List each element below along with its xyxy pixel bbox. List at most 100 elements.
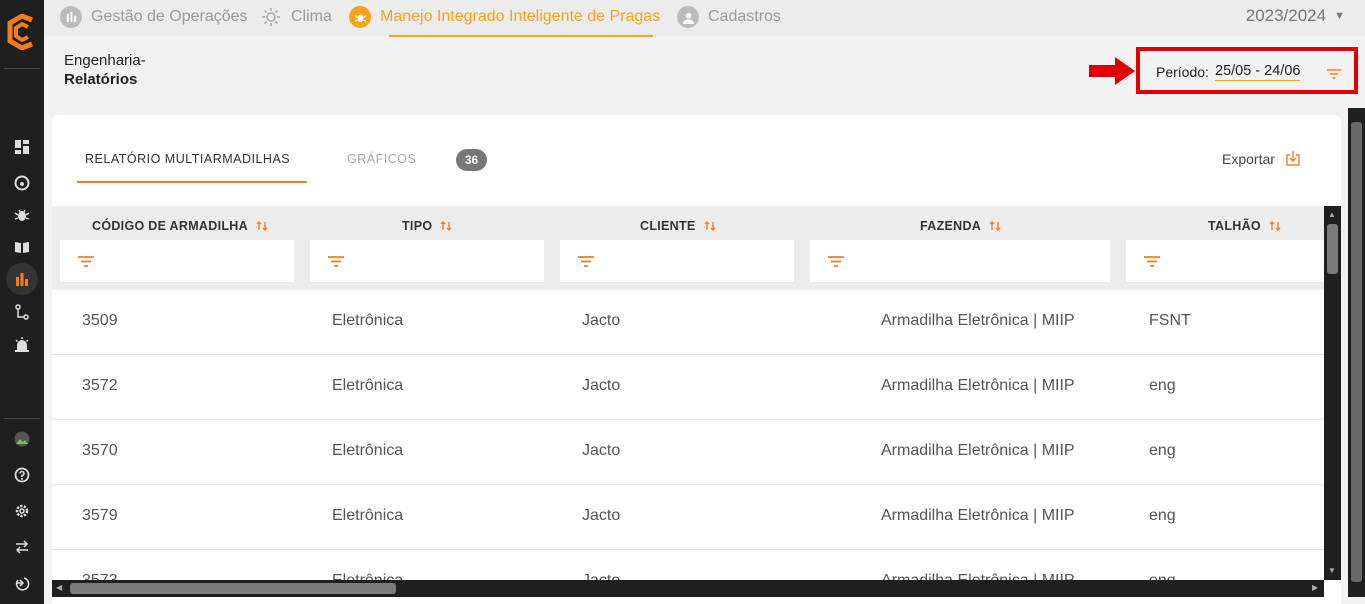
fazenda-tag: MIIP bbox=[1041, 377, 1075, 394]
table-row[interactable]: 3509 Eletrônica Jacto Armadilha Eletrôni… bbox=[52, 290, 1324, 355]
column-header-codigo[interactable]: CÓDIGO DE ARMADILHA bbox=[92, 219, 268, 233]
period-filter[interactable]: Período: 25/05 - 24/06 bbox=[1136, 47, 1358, 94]
table-header: CÓDIGO DE ARMADILHA TIPO CLIENTE FAZENDA… bbox=[52, 206, 1324, 290]
column-header-label: CÓDIGO DE ARMADILHA bbox=[92, 219, 248, 233]
swap-icon[interactable] bbox=[11, 536, 33, 558]
download-icon bbox=[1286, 151, 1300, 166]
page-scrollbar[interactable] bbox=[1348, 108, 1365, 597]
table-horizontal-scrollbar-thumb[interactable] bbox=[70, 583, 396, 594]
nav-item-operations[interactable]: Gestão de Operações bbox=[60, 4, 248, 30]
gear-icon[interactable] bbox=[11, 500, 33, 522]
sun-icon bbox=[260, 6, 282, 28]
table-vertical-scrollbar[interactable]: ▲ ▼ bbox=[1324, 206, 1341, 580]
column-header-talhao[interactable]: TALHÃO bbox=[1208, 219, 1281, 233]
filter-fazenda[interactable] bbox=[810, 240, 1110, 282]
top-nav: Gestão de Operações Clima Manejo Integra… bbox=[44, 0, 1365, 37]
company-logo-icon[interactable] bbox=[6, 14, 38, 50]
filter-icon[interactable] bbox=[1143, 255, 1161, 268]
cell-talhao: eng bbox=[1149, 572, 1176, 580]
column-header-fazenda[interactable]: FAZENDA bbox=[920, 219, 1001, 233]
cell-talhao: eng bbox=[1149, 377, 1176, 394]
cell-cliente: Jacto bbox=[582, 312, 621, 329]
fazenda-tag: MIIP bbox=[1042, 572, 1075, 580]
nav-item-climate[interactable]: Clima bbox=[260, 4, 332, 30]
column-header-label: TIPO bbox=[402, 219, 433, 233]
reports-icon[interactable] bbox=[6, 263, 38, 295]
table-row[interactable]: 3572 Eletrônica Jacto Armadilha Eletrôni… bbox=[52, 355, 1324, 420]
export-label: Exportar bbox=[1222, 150, 1275, 167]
user-icon bbox=[677, 6, 699, 28]
cell-tipo: Eletrônica bbox=[332, 312, 404, 329]
cell-codigo: 3579 bbox=[82, 507, 118, 524]
column-header-cliente[interactable]: CLIENTE bbox=[640, 219, 716, 233]
table-row[interactable]: 3573 Eletrônica Jacto Armadilha Eletrôni… bbox=[52, 550, 1324, 580]
table-row[interactable]: 3570 Eletrônica Jacto Armadilha Eletrôni… bbox=[52, 420, 1324, 485]
sort-icon[interactable] bbox=[256, 220, 268, 232]
gauge-icon[interactable] bbox=[11, 172, 33, 194]
fazenda-tag: MIIP bbox=[1041, 507, 1075, 524]
table-vertical-scrollbar-thumb[interactable] bbox=[1327, 224, 1338, 274]
cell-codigo: 3570 bbox=[82, 442, 118, 459]
scroll-right-icon[interactable]: ▶ bbox=[1312, 583, 1318, 592]
scroll-up-icon[interactable]: ▲ bbox=[1328, 210, 1336, 219]
period-label: Período: bbox=[1156, 64, 1209, 80]
highlight-arrow-icon bbox=[1089, 57, 1135, 85]
bug-icon bbox=[349, 6, 371, 28]
nav-item-label: Clima bbox=[291, 8, 332, 25]
sort-icon[interactable] bbox=[989, 220, 1001, 232]
branch-icon[interactable] bbox=[11, 301, 33, 323]
chevron-down-icon: ▼ bbox=[1334, 10, 1345, 22]
bug-icon[interactable] bbox=[11, 204, 33, 226]
cell-codigo: 3573 bbox=[82, 572, 118, 580]
period-value[interactable]: 25/05 - 24/06 bbox=[1215, 63, 1301, 81]
column-header-label: TALHÃO bbox=[1208, 219, 1261, 233]
book-icon[interactable] bbox=[11, 236, 33, 258]
column-header-label: FAZENDA bbox=[920, 219, 982, 233]
tab-report[interactable]: RELATÓRIO MULTIARMADILHAS bbox=[85, 152, 290, 166]
filter-icon[interactable] bbox=[827, 255, 845, 268]
logout-icon[interactable] bbox=[11, 572, 33, 594]
sort-icon[interactable] bbox=[1269, 220, 1281, 232]
nav-item-pest-management[interactable]: Manejo Integrado Inteligente de Pragas bbox=[349, 4, 660, 30]
cell-cliente: Jacto bbox=[582, 377, 621, 394]
operations-icon bbox=[60, 6, 82, 28]
filter-talhao[interactable] bbox=[1126, 240, 1324, 282]
scroll-down-icon[interactable]: ▼ bbox=[1328, 566, 1336, 575]
cell-cliente: Jacto bbox=[582, 507, 621, 524]
filter-tipo[interactable] bbox=[310, 240, 544, 282]
cell-fazenda: Armadilha Eletrônica | MIIP bbox=[881, 507, 1075, 524]
cell-tipo: Eletrônica bbox=[332, 572, 403, 580]
page-scrollbar-thumb[interactable] bbox=[1351, 122, 1362, 582]
sort-icon[interactable] bbox=[704, 220, 716, 232]
filter-icon[interactable] bbox=[577, 255, 595, 268]
scroll-left-icon[interactable]: ◀ bbox=[56, 583, 62, 592]
help-icon[interactable] bbox=[11, 464, 33, 486]
tab-graphs[interactable]: GRÁFICOS bbox=[347, 152, 416, 166]
sidebar bbox=[0, 0, 44, 604]
graphs-count-badge: 36 bbox=[456, 149, 487, 171]
table-horizontal-scrollbar[interactable]: ◀ ▶ bbox=[52, 580, 1324, 597]
avatar[interactable] bbox=[11, 428, 33, 450]
alarm-icon[interactable] bbox=[11, 333, 33, 355]
season-select[interactable]: 2023/2024 ▼ bbox=[1246, 6, 1345, 26]
column-header-tipo[interactable]: TIPO bbox=[402, 219, 452, 233]
cell-fazenda: Armadilha Eletrônica | MIIP bbox=[881, 312, 1075, 329]
cell-tipo: Eletrônica bbox=[332, 507, 404, 524]
cell-talhao: FSNT bbox=[1149, 312, 1191, 329]
column-header-label: CLIENTE bbox=[640, 219, 696, 233]
filter-icon[interactable] bbox=[77, 255, 95, 268]
export-button[interactable]: Exportar bbox=[1222, 150, 1301, 167]
cell-talhao: eng bbox=[1149, 507, 1176, 524]
dashboard-icon[interactable] bbox=[11, 136, 33, 158]
nav-item-label: Manejo Integrado Inteligente de Pragas bbox=[380, 8, 661, 25]
table-row[interactable]: 3579 Eletrônica Jacto Armadilha Eletrôni… bbox=[52, 485, 1324, 550]
filter-icon[interactable] bbox=[327, 255, 345, 268]
filter-codigo[interactable] bbox=[60, 240, 294, 282]
cell-fazenda: Armadilha Eletrônica | MIIP bbox=[881, 572, 1075, 580]
sort-icon[interactable] bbox=[440, 220, 452, 232]
tab-active-indicator bbox=[77, 181, 307, 183]
nav-active-indicator bbox=[389, 35, 653, 37]
filter-icon[interactable] bbox=[1326, 68, 1342, 80]
nav-item-registrations[interactable]: Cadastros bbox=[677, 4, 781, 30]
filter-cliente[interactable] bbox=[560, 240, 794, 282]
